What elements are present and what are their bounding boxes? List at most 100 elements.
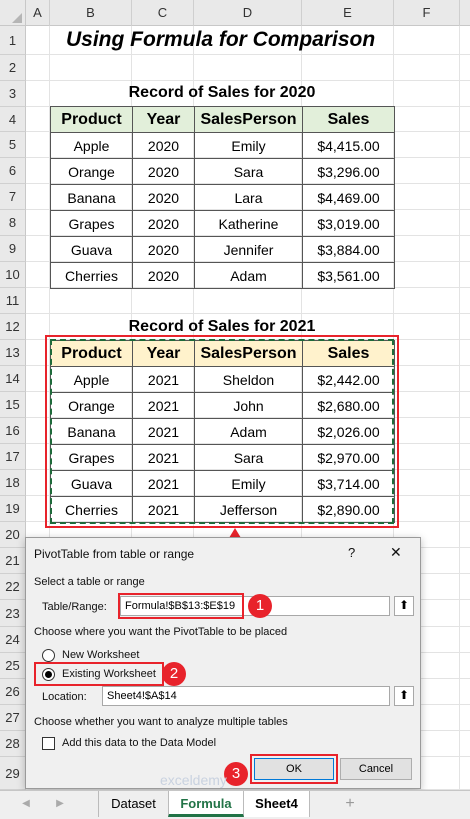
row-header[interactable]: 2 xyxy=(0,55,26,81)
help-icon[interactable]: ? xyxy=(348,545,355,560)
select-all-corner[interactable] xyxy=(0,0,26,26)
section-placement: Choose where you want the PivotTable to … xyxy=(34,626,288,638)
table-range-label: Table/Range: xyxy=(42,601,107,613)
highlight-box-existing xyxy=(34,662,164,686)
row-header[interactable]: 15 xyxy=(0,392,26,418)
column-header-c[interactable]: C xyxy=(132,0,194,26)
row-header[interactable]: 21 xyxy=(0,548,26,574)
table-cell[interactable]: $3,296.00 xyxy=(302,158,395,185)
sheet-title: Using Formula for Comparison xyxy=(66,28,376,51)
table-row: Orange 2020 Sara $3,296.00 xyxy=(50,158,395,185)
watermark-logo: exceldemy xyxy=(160,772,227,788)
step-badge-2: 2 xyxy=(162,662,186,686)
column-header-f[interactable]: F xyxy=(394,0,460,26)
table-cell[interactable]: Grapes xyxy=(50,210,133,237)
row-header[interactable]: 17 xyxy=(0,444,26,470)
column-header-d[interactable]: D xyxy=(194,0,302,26)
row-header[interactable]: 25 xyxy=(0,653,26,679)
location-input[interactable]: Sheet4!$A$14 xyxy=(102,686,390,706)
table-cell[interactable]: 2020 xyxy=(132,210,195,237)
table-cell[interactable]: $4,415.00 xyxy=(302,132,395,159)
highlight-box-range xyxy=(118,593,244,619)
table-cell[interactable]: Adam xyxy=(194,262,303,289)
row-header[interactable]: 13 xyxy=(0,340,26,366)
table-cell[interactable]: Sara xyxy=(194,158,303,185)
table-cell[interactable]: 2020 xyxy=(132,158,195,185)
row-header[interactable]: 4 xyxy=(0,107,26,132)
row-header[interactable]: 7 xyxy=(0,184,26,210)
tab-scroll-prev-icon[interactable]: ◀ xyxy=(16,791,36,817)
table-header-cell[interactable]: Product xyxy=(50,106,133,133)
table-cell[interactable]: $4,469.00 xyxy=(302,184,395,211)
grid-row-line xyxy=(26,313,470,314)
tab-sheet4[interactable]: Sheet4 xyxy=(244,791,310,817)
row-header[interactable]: 27 xyxy=(0,705,26,731)
table-header-cell[interactable]: Sales xyxy=(302,106,395,133)
row-header[interactable]: 9 xyxy=(0,236,26,262)
table-cell[interactable]: Emily xyxy=(194,132,303,159)
table-row: Cherries 2020 Adam $3,561.00 xyxy=(50,262,395,289)
column-header-e[interactable]: E xyxy=(302,0,394,26)
table-2021-title: Record of Sales for 2021 xyxy=(128,318,316,335)
table-cell[interactable]: Katherine xyxy=(194,210,303,237)
table-cell[interactable]: $3,561.00 xyxy=(302,262,395,289)
grid-column-line xyxy=(459,26,460,790)
sheet-tab-bar: ◀ ▶ Dataset Formula Sheet4 + xyxy=(0,790,470,819)
row-header[interactable]: 14 xyxy=(0,366,26,392)
tab-scroll-next-icon[interactable]: ▶ xyxy=(50,791,70,817)
grid-row-line xyxy=(26,54,470,55)
grid-row-line xyxy=(26,80,470,81)
column-header-a[interactable]: A xyxy=(26,0,50,26)
row-header[interactable]: 1 xyxy=(0,26,26,55)
table-cell[interactable]: $3,019.00 xyxy=(302,210,395,237)
table-cell[interactable]: 2020 xyxy=(132,132,195,159)
table-row: Guava 2020 Jennifer $3,884.00 xyxy=(50,236,395,263)
tab-dataset[interactable]: Dataset xyxy=(98,791,168,817)
row-header[interactable]: 20 xyxy=(0,522,26,548)
table-cell[interactable]: 2020 xyxy=(132,236,195,263)
row-header[interactable]: 10 xyxy=(0,262,26,288)
row-header[interactable]: 22 xyxy=(0,574,26,600)
highlight-box-ok xyxy=(250,754,338,784)
table-cell[interactable]: 2020 xyxy=(132,184,195,211)
sales-table-2020: Product Year SalesPerson Sales Apple 2020 Emi… xyxy=(50,106,395,289)
row-header[interactable]: 8 xyxy=(0,210,26,236)
row-header[interactable]: 19 xyxy=(0,496,26,522)
row-header[interactable]: 26 xyxy=(0,679,26,705)
location-collapse-icon[interactable]: ⬆ xyxy=(394,686,414,706)
table-cell[interactable]: Guava xyxy=(50,236,133,263)
close-icon[interactable]: ✕ xyxy=(390,544,402,561)
row-header[interactable]: 11 xyxy=(0,288,26,314)
row-header[interactable]: 3 xyxy=(0,81,26,107)
column-header-b[interactable]: B xyxy=(50,0,132,26)
tab-formula[interactable]: Formula xyxy=(168,791,244,817)
table-cell[interactable]: 2020 xyxy=(132,262,195,289)
table-cell[interactable]: Banana xyxy=(50,184,133,211)
cancel-button[interactable]: Cancel xyxy=(340,758,412,780)
new-worksheet-label[interactable]: New Worksheet xyxy=(62,649,139,661)
new-worksheet-radio[interactable] xyxy=(42,649,55,662)
row-header[interactable]: 23 xyxy=(0,600,26,627)
row-header[interactable]: 5 xyxy=(0,132,26,158)
step-badge-3: 3 xyxy=(224,762,248,786)
range-collapse-icon[interactable]: ⬆ xyxy=(394,596,414,616)
table-cell[interactable]: Cherries xyxy=(50,262,133,289)
row-header[interactable]: 24 xyxy=(0,627,26,653)
table-header-cell[interactable]: SalesPerson xyxy=(194,106,303,133)
table-cell[interactable]: Jennifer xyxy=(194,236,303,263)
row-header[interactable]: 18 xyxy=(0,470,26,496)
row-header[interactable]: 28 xyxy=(0,731,26,757)
table-cell[interactable]: $3,884.00 xyxy=(302,236,395,263)
table-2020-title: Record of Sales for 2020 xyxy=(128,84,316,101)
table-cell[interactable]: Orange xyxy=(50,158,133,185)
data-model-label[interactable]: Add this data to the Data Model xyxy=(62,737,216,749)
table-header-cell[interactable]: Year xyxy=(132,106,195,133)
row-header[interactable]: 12 xyxy=(0,314,26,340)
data-model-checkbox[interactable] xyxy=(42,737,55,750)
row-header[interactable]: 29 xyxy=(0,757,26,790)
table-cell[interactable]: Lara xyxy=(194,184,303,211)
table-cell[interactable]: Apple xyxy=(50,132,133,159)
row-header[interactable]: 6 xyxy=(0,158,26,184)
add-sheet-icon[interactable]: + xyxy=(340,791,360,817)
row-header[interactable]: 16 xyxy=(0,418,26,444)
